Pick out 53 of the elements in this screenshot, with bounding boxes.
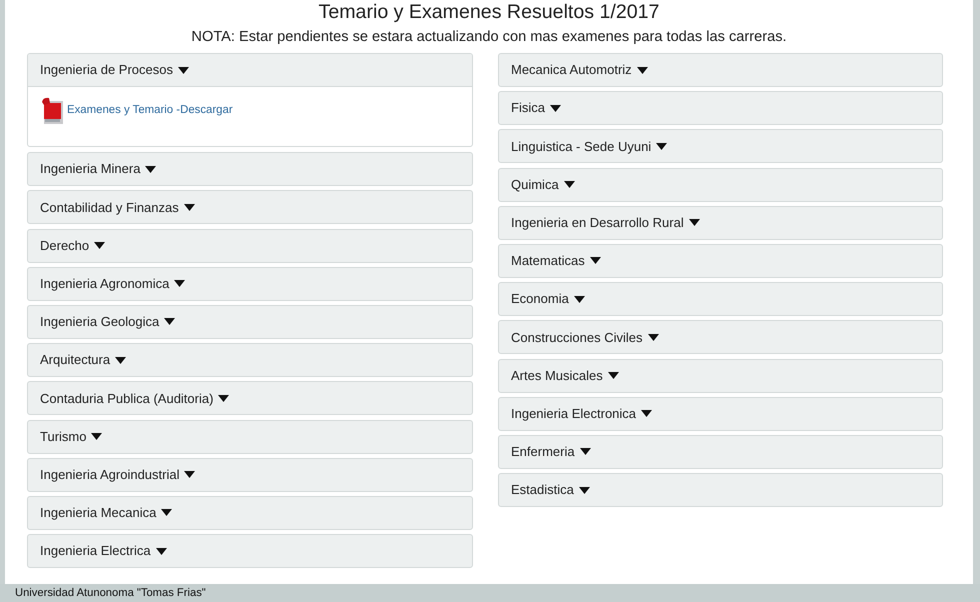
caret-icon (580, 448, 591, 456)
download-link[interactable]: Examenes y Temario -Descargar (67, 102, 233, 120)
accordion-header[interactable]: Ingenieria en Desarrollo Rural (498, 206, 943, 240)
accordion-header[interactable]: Derecho (27, 228, 473, 263)
caret-icon (161, 509, 172, 516)
caret-icon (115, 356, 126, 364)
accordion-header[interactable]: Artes Musicales (498, 358, 943, 392)
accordion-header[interactable]: Ingenieria Geologica (27, 304, 473, 339)
caret-icon (145, 166, 156, 173)
accordion-header[interactable]: Estadistica (498, 473, 943, 508)
accordion-header[interactable]: Contabilidad y Finanzas (27, 190, 473, 224)
caret-icon (164, 318, 176, 326)
footer-text: Universidad Atunonoma "Tomas Frias" (15, 586, 206, 600)
accordion-header[interactable]: Economia (498, 282, 943, 316)
caret-icon (184, 204, 195, 211)
caret-icon (218, 394, 230, 402)
accordion-header[interactable]: Linguistica - Sede Uyuni (498, 129, 943, 164)
caret-icon (578, 486, 590, 494)
accordion-header[interactable]: Ingenieria Mecanica (27, 496, 473, 530)
accordion-header[interactable]: Construcciones Civiles (498, 320, 943, 354)
accordion-header[interactable]: Ingenieria Agroindustrial (27, 458, 473, 492)
accordion-header[interactable]: Ingenieria Electronica (498, 396, 943, 431)
caret-icon (550, 104, 561, 112)
caret-icon (94, 242, 106, 250)
caret-icon (564, 181, 575, 188)
caret-icon (91, 433, 102, 440)
document-icon (42, 97, 63, 124)
note-text: NOTA: Estar pendientes se estara actualizando con mas examenes para todas las carreras. (191, 28, 787, 46)
accordion-header[interactable]: Turismo (27, 420, 473, 454)
caret-icon (174, 280, 186, 288)
caret-icon (648, 334, 658, 341)
accordion-header[interactable]: Contaduria Publica (Auditoria) (27, 381, 473, 416)
caret-icon (656, 142, 668, 150)
caret-icon (688, 219, 700, 226)
accordion-header[interactable]: Ingenieria Minera (27, 152, 473, 186)
accordion-header[interactable]: Quimica (498, 168, 943, 202)
accordion-header[interactable]: Matematicas (498, 244, 943, 278)
caret-icon (178, 66, 189, 74)
caret-icon (608, 372, 619, 379)
accordion-header[interactable]: Fisica (498, 91, 943, 126)
accordion-header[interactable]: Arquitectura (27, 343, 473, 378)
accordion-header[interactable]: Mecanica Automotriz (498, 53, 943, 87)
caret-icon (636, 66, 648, 74)
caret-icon (156, 548, 167, 555)
caret-icon (184, 471, 196, 478)
accordion-header[interactable]: Ingenieria Electrica (27, 534, 473, 568)
page-title: Temario y Examenes Resueltos 1/2017 (318, 1, 660, 23)
caret-icon (574, 296, 585, 303)
caret-icon (590, 257, 601, 264)
accordion-header[interactable]: Ingenieria de Procesos (28, 54, 472, 87)
caret-icon (641, 410, 652, 418)
accordion-header[interactable]: Ingenieria Agronomica (27, 266, 473, 301)
accordion-header[interactable]: Enfermeria (498, 434, 943, 469)
